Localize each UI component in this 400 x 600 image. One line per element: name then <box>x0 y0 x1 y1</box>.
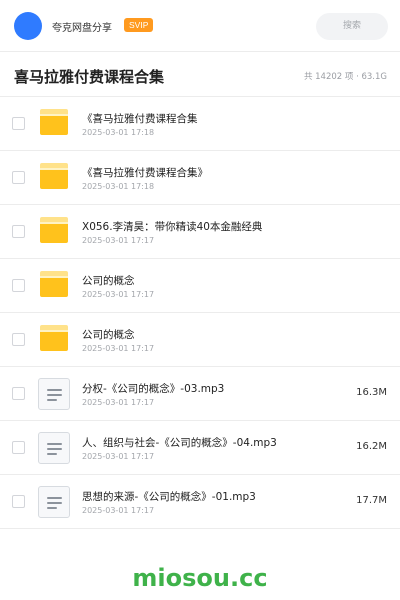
row-checkbox[interactable] <box>12 333 25 346</box>
file-name[interactable]: X056.李清昊：带你精读40本金融经典 <box>82 219 262 234</box>
file-date: 2025-03-01 17:17 <box>82 452 155 461</box>
folder-icon <box>40 217 68 243</box>
file-date: 2025-03-01 17:17 <box>82 236 155 245</box>
search-input[interactable]: 搜索 <box>316 13 388 40</box>
file-name[interactable]: 公司的概念 <box>82 273 135 288</box>
file-row[interactable]: 公司的概念 2025-03-01 17:17 <box>0 313 400 367</box>
file-row[interactable]: 人、组织与社会-《公司的概念》-04.mp3 2025-03-01 17:17 … <box>0 421 400 475</box>
site-watermark: miosou.cc <box>132 564 268 592</box>
row-checkbox[interactable] <box>12 495 25 508</box>
file-date: 2025-03-01 17:18 <box>82 182 155 191</box>
file-date: 2025-03-01 17:18 <box>82 128 155 137</box>
row-checkbox[interactable] <box>12 171 25 184</box>
row-checkbox[interactable] <box>12 117 25 130</box>
vip-badge: SVIP <box>124 18 154 32</box>
row-checkbox[interactable] <box>12 441 25 454</box>
file-list: 《喜马拉雅付费课程合集 2025-03-01 17:18 《喜马拉雅付费课程合集… <box>0 97 400 529</box>
folder-icon <box>40 109 68 135</box>
file-row[interactable]: 分权-《公司的概念》-03.mp3 2025-03-01 17:17 16.3M <box>0 367 400 421</box>
file-row[interactable]: 思想的来源-《公司的概念》-01.mp3 2025-03-01 17:17 17… <box>0 475 400 529</box>
document-icon <box>38 378 70 410</box>
file-row[interactable]: 公司的概念 2025-03-01 17:17 <box>0 259 400 313</box>
file-row[interactable]: 《喜马拉雅付费课程合集》 2025-03-01 17:18 <box>0 151 400 205</box>
folder-icon <box>40 325 68 351</box>
file-name[interactable]: 思想的来源-《公司的概念》-01.mp3 <box>82 489 256 504</box>
avatar[interactable] <box>14 12 42 40</box>
share-stats: 共 14202 项 · 63.1G <box>303 72 387 82</box>
file-size: 17.7M <box>356 495 387 506</box>
file-date: 2025-03-01 17:17 <box>82 344 155 353</box>
file-size: 16.2M <box>356 441 387 452</box>
file-date: 2025-03-01 17:17 <box>82 506 155 515</box>
user-name[interactable]: 夸克网盘分享 <box>52 19 112 34</box>
file-name[interactable]: 《喜马拉雅付费课程合集 <box>82 111 198 126</box>
file-name[interactable]: 分权-《公司的概念》-03.mp3 <box>82 381 224 396</box>
folder-icon <box>40 271 68 297</box>
file-row[interactable]: 《喜马拉雅付费课程合集 2025-03-01 17:18 <box>0 97 400 151</box>
file-row[interactable]: X056.李清昊：带你精读40本金融经典 2025-03-01 17:17 <box>0 205 400 259</box>
document-icon <box>38 486 70 518</box>
title-bar: 喜马拉雅付费课程合集 共 14202 项 · 63.1G <box>0 53 400 97</box>
row-checkbox[interactable] <box>12 225 25 238</box>
top-header: 夸克网盘分享 SVIP 搜索 <box>0 0 400 52</box>
file-date: 2025-03-01 17:17 <box>82 290 155 299</box>
row-checkbox[interactable] <box>12 387 25 400</box>
page-title: 喜马拉雅付费课程合集 <box>14 68 165 86</box>
file-name[interactable]: 《喜马拉雅付费课程合集》 <box>82 165 208 180</box>
file-size: 16.3M <box>356 387 387 398</box>
file-name[interactable]: 公司的概念 <box>82 327 135 342</box>
folder-icon <box>40 163 68 189</box>
document-icon <box>38 432 70 464</box>
row-checkbox[interactable] <box>12 279 25 292</box>
file-name[interactable]: 人、组织与社会-《公司的概念》-04.mp3 <box>82 435 277 450</box>
file-date: 2025-03-01 17:17 <box>82 398 155 407</box>
